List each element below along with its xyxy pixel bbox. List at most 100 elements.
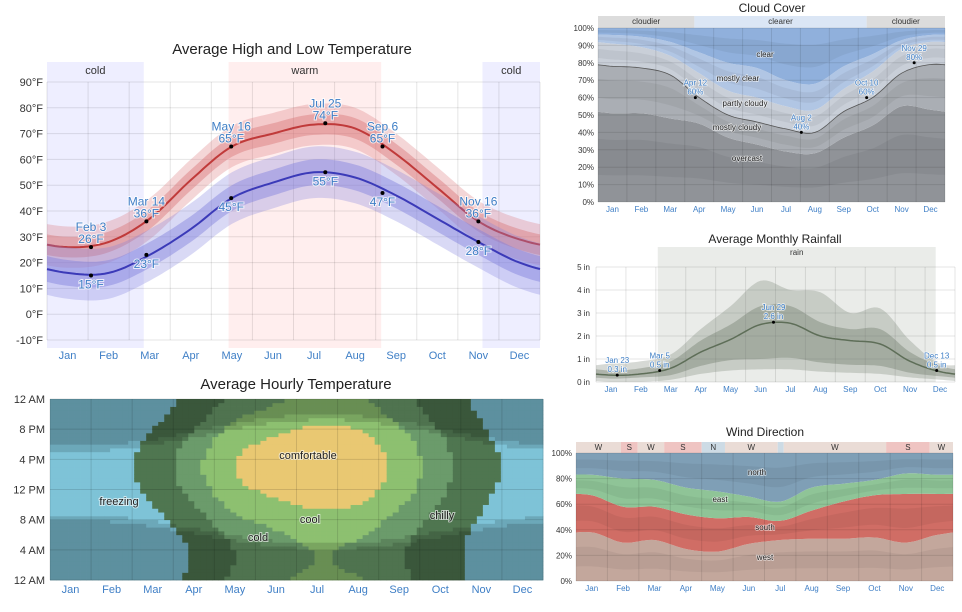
temp-cell (494, 444, 502, 449)
temp-cell (242, 568, 249, 573)
temp-cell (176, 534, 183, 539)
temp-cell (518, 564, 526, 570)
temp-cell (446, 406, 454, 411)
temp-cell (344, 572, 352, 577)
temp-cell (104, 459, 111, 464)
temp-cell (242, 557, 249, 562)
temp-cell (68, 436, 75, 441)
temp-cell (182, 444, 189, 449)
temp-cell (470, 534, 478, 539)
temp-cell (98, 436, 105, 441)
temp-cell (218, 481, 225, 487)
temp-cell (176, 500, 183, 505)
temp-cell (470, 557, 478, 562)
temp-cell (338, 444, 345, 449)
temp-cell (470, 463, 478, 468)
temp-cell (458, 463, 466, 468)
temp-cell (278, 463, 285, 468)
temp-cell (290, 489, 297, 494)
temp-cell (80, 530, 87, 536)
temp-cell (392, 489, 400, 494)
temp-cell (128, 530, 135, 536)
temp-cell (290, 519, 297, 524)
temp-cell (224, 478, 231, 483)
temp-cell (512, 497, 520, 502)
temp-cell (452, 440, 460, 445)
temp-cell (284, 478, 291, 483)
temp-cell (92, 493, 99, 498)
temp-cell (116, 527, 123, 532)
month-label: Jun (742, 584, 755, 593)
temp-cell (182, 497, 189, 502)
temp-cell (146, 553, 153, 558)
temp-cell (236, 466, 243, 472)
temp-cell (380, 470, 388, 475)
temp-cell (518, 542, 526, 547)
temp-cell (518, 500, 526, 505)
temp-cell (146, 504, 153, 509)
temp-cell (380, 481, 388, 487)
temp-cell (464, 406, 472, 411)
temp-cell (278, 410, 285, 415)
temp-cell (68, 497, 75, 502)
temp-cell (380, 538, 388, 543)
temp-cell (284, 553, 291, 558)
temp-cell (92, 466, 99, 472)
temp-cell (308, 436, 315, 441)
temp-cell (140, 429, 147, 434)
temp-cell (164, 478, 171, 483)
temp-cell (368, 564, 376, 570)
temp-cell (536, 402, 544, 407)
temp-cell (470, 553, 478, 558)
temp-cell (344, 436, 352, 441)
temp-cell (314, 508, 321, 513)
temp-cell (314, 410, 321, 415)
temp-cell (440, 530, 448, 536)
temp-cell (122, 417, 129, 423)
temp-cell (302, 564, 309, 570)
temp-cell (428, 557, 436, 562)
temp-cell (392, 564, 400, 570)
temp-cell (56, 557, 63, 562)
annotation-value: 2.6 in (764, 312, 784, 321)
temp-cell (50, 402, 57, 407)
temp-cell (134, 406, 141, 411)
temp-cell (266, 504, 273, 509)
temp-cell (158, 557, 165, 562)
temp-cell (464, 564, 472, 570)
month-label: Jul (310, 584, 324, 596)
temp-cell (536, 508, 544, 513)
temp-cell (356, 523, 364, 528)
annotation-low: 55°F (313, 174, 338, 188)
y-tick-label: 80% (556, 475, 572, 484)
temp-cell (410, 440, 418, 445)
temp-cell (362, 414, 370, 419)
temp-cell (362, 572, 370, 577)
temp-cell (110, 399, 117, 404)
temp-cell (242, 432, 249, 438)
temp-cell (404, 534, 412, 539)
temp-cell (224, 470, 231, 475)
temp-cell (200, 432, 207, 438)
temp-cell (326, 399, 333, 404)
temp-cell (380, 399, 388, 404)
temp-cell (50, 530, 57, 536)
temp-cell (524, 410, 532, 415)
temp-cell (176, 440, 183, 445)
temp-cell (92, 523, 99, 528)
month-label: May (710, 584, 725, 593)
temp-cell (236, 436, 243, 441)
temp-cell (212, 474, 219, 479)
temp-cell (476, 519, 484, 524)
temp-cell (512, 432, 520, 438)
temp-cell (176, 463, 183, 468)
temp-cell (158, 429, 165, 434)
temp-cell (452, 414, 460, 419)
temp-cell (206, 493, 213, 498)
temp-cell (74, 481, 81, 487)
y-tick-label: 8 PM (19, 424, 45, 436)
temp-cell (446, 504, 454, 509)
temp-cell (122, 470, 129, 475)
temp-cell (482, 493, 490, 498)
temp-cell (242, 553, 249, 558)
